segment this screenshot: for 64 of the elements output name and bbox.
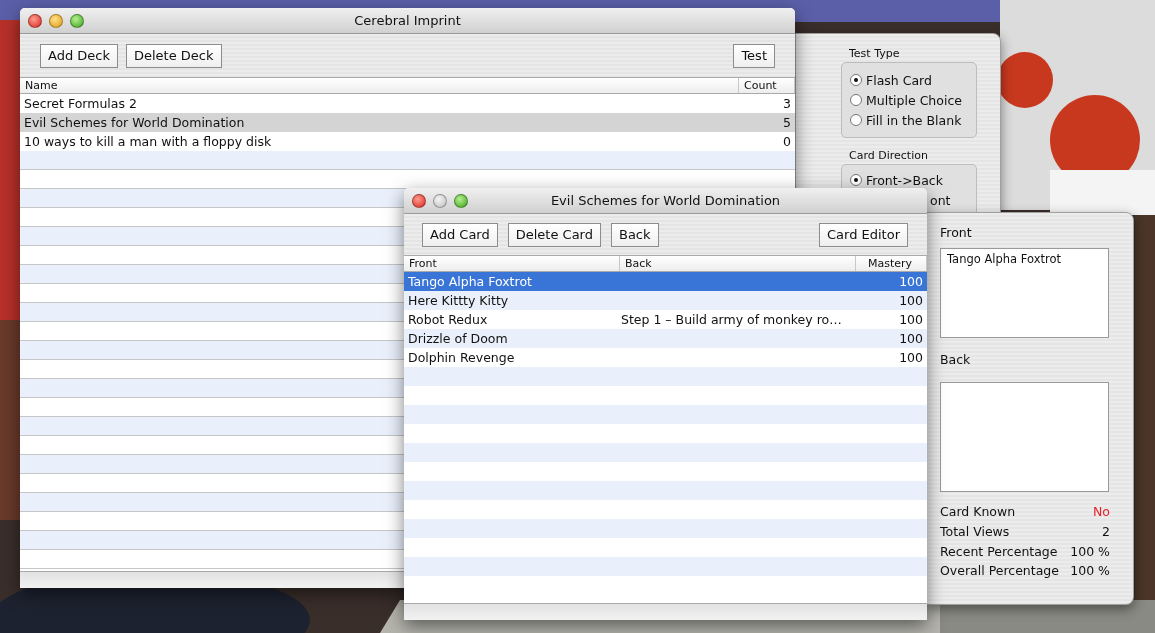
table-row[interactable]: Tango Alpha Foxtrot 100 <box>404 272 927 291</box>
radio-label[interactable]: ont <box>930 192 951 208</box>
zoom-icon[interactable] <box>70 13 84 28</box>
table-cell-text: Dolphin Revenge <box>407 350 516 365</box>
stat-label: Total Views <box>940 524 1010 540</box>
test-button[interactable]: Test <box>733 43 775 68</box>
toolbar-button[interactable]: Delete Card <box>507 222 601 247</box>
radio-button[interactable] <box>850 174 862 186</box>
stat-value: 100 % <box>1070 543 1110 559</box>
table-cell-text: 100 <box>898 331 924 346</box>
radio-label[interactable]: Multiple Choice <box>866 92 962 108</box>
radio-button[interactable] <box>850 74 862 86</box>
minimize-icon[interactable] <box>49 13 63 28</box>
stat-label: Card Known <box>940 504 1016 520</box>
table-cell-text: 100 <box>898 274 924 289</box>
zoom-icon[interactable] <box>454 193 468 208</box>
table-cell-text: 100 <box>898 350 924 365</box>
column-header[interactable]: Name <box>20 78 739 93</box>
radio-label[interactable]: Flash Card <box>866 72 932 88</box>
toolbar-button[interactable]: Delete Deck <box>126 43 222 68</box>
table-cell-text: 10 ways to kill a man with a floppy disk <box>23 134 273 149</box>
toolbar-button[interactable]: Back <box>611 222 659 247</box>
stat-value: No <box>1093 504 1110 520</box>
field-label: Back <box>940 352 971 367</box>
column-header[interactable]: Count <box>739 78 795 93</box>
text-area[interactable] <box>940 382 1109 492</box>
window-title: Evil Schemes for World Domination <box>549 193 782 208</box>
table-cell: Step 1 – Build army of monkey ro… <box>621 312 842 327</box>
table-row[interactable]: Evil Schemes for World Domination 5 <box>20 113 795 132</box>
field-label: Front <box>940 225 972 240</box>
stat-label: Overall Percentage <box>940 563 1059 579</box>
table-cell-text: 100 <box>898 293 924 308</box>
column-header[interactable]: Front <box>404 256 620 271</box>
minimize-icon[interactable] <box>433 193 447 208</box>
table-cell-text: Here Kittty Kitty <box>407 293 510 308</box>
table-cell-text: Secret Formulas 2 <box>23 96 138 111</box>
stat-value: 2 <box>1102 524 1110 540</box>
table-cell-text: Evil Schemes for World Domination <box>23 115 246 130</box>
card-editor-button[interactable]: Card Editor <box>818 222 908 247</box>
stat-label: Recent Percentage <box>940 543 1058 559</box>
table-cell-text: 0 <box>782 134 792 149</box>
table-cell-text: Robot Redux <box>407 312 489 327</box>
close-icon[interactable] <box>412 193 426 208</box>
stat-value: 100 % <box>1070 563 1110 579</box>
toolbar-button[interactable]: Add Card <box>422 222 498 247</box>
radio-button[interactable] <box>850 94 862 106</box>
table-row[interactable]: Here Kittty Kitty 100 <box>404 291 927 310</box>
radio-label[interactable]: Fill in the Blank <box>866 112 962 128</box>
toolbar-button[interactable]: Add Deck <box>40 43 118 68</box>
radio-label[interactable]: Front->Back <box>866 172 943 188</box>
column-header[interactable]: Mastery <box>856 256 927 271</box>
table-cell-text: 3 <box>782 96 792 111</box>
group-label: Card Direction <box>849 149 929 162</box>
table-cell-text: Tango Alpha Foxtrot <box>407 274 533 289</box>
table-cell-text: 5 <box>782 115 792 130</box>
table-row[interactable]: Drizzle of Doom 100 <box>404 329 927 348</box>
table-cell-text: Drizzle of Doom <box>407 331 509 346</box>
radio-button[interactable] <box>850 114 862 126</box>
text-area[interactable]: Tango Alpha Foxtrot <box>940 248 1109 338</box>
group-label: Test Type <box>849 47 901 60</box>
window-title: Cerebral Imprint <box>353 13 462 28</box>
close-icon[interactable] <box>28 13 42 28</box>
table-cell-text: 100 <box>898 312 924 327</box>
column-header[interactable]: Back <box>620 256 856 271</box>
